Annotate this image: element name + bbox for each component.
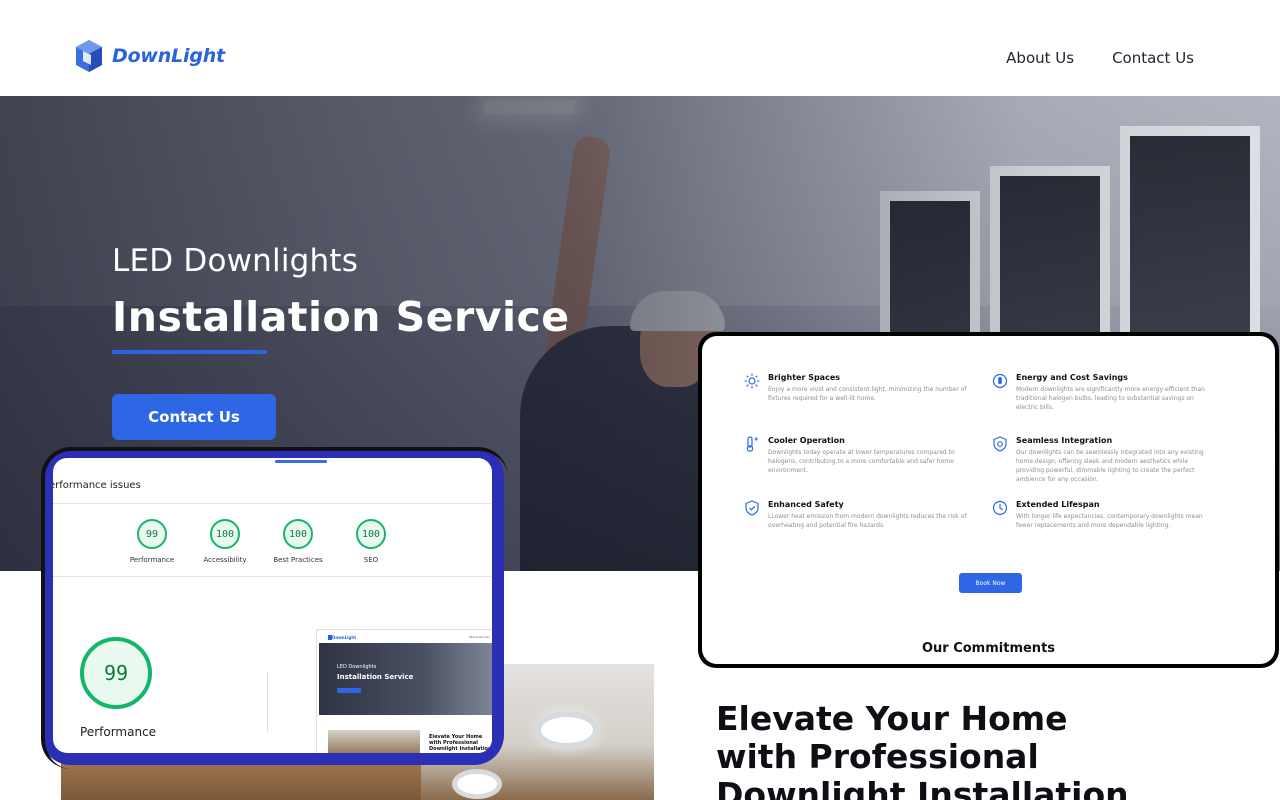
- section-heading-line: Downlight Installation: [716, 775, 1129, 800]
- nav-contact-us[interactable]: Contact Us: [1112, 49, 1194, 67]
- feature-title: Cooler Operation: [768, 436, 845, 445]
- downlight-image: [457, 774, 497, 794]
- feature-description: Modern downlights are significantly more…: [1016, 386, 1205, 411]
- sun-icon: [744, 373, 760, 389]
- shield-icon: [993, 436, 1007, 452]
- feature-description: With longer life expectancies, contempor…: [1016, 513, 1203, 529]
- feature-title: Extended Lifespan: [1016, 500, 1100, 509]
- downlight-image: [541, 717, 593, 743]
- feature-description: Our downlights can be seamlessly integra…: [1016, 449, 1204, 483]
- score-gauge: 100: [210, 519, 240, 549]
- page: DownLight About Us Contact Us LED Downli…: [0, 0, 1280, 800]
- preview-hero-subtitle: LED Downlights: [337, 664, 377, 670]
- book-now-button[interactable]: Book Now: [959, 573, 1022, 593]
- feature-title: Enhanced Safety: [768, 500, 844, 509]
- score-gauge: 100: [283, 519, 313, 549]
- hero-title-underline: [112, 350, 267, 354]
- performance-issues-label: erformance issues: [53, 480, 141, 491]
- commitments-heading: Our Commitments: [921, 641, 1056, 656]
- preview-hero-button: [337, 688, 361, 693]
- cube-logo-icon: [76, 40, 102, 72]
- score-label: Best Practices: [273, 556, 323, 564]
- score-best-practices[interactable]: 100 Best Practices: [271, 519, 325, 564]
- score-performance[interactable]: 99 Performance: [125, 519, 179, 564]
- brand-name: DownLight: [112, 45, 225, 67]
- divider: [267, 672, 268, 732]
- score-accessibility[interactable]: 100 Accessibility: [198, 519, 252, 564]
- score-summary: 99 Performance 100 Accessibility 100 Bes…: [125, 519, 398, 564]
- score-seo[interactable]: 100 SEO: [344, 519, 398, 564]
- feature-description: Downlights today operate at lower temper…: [768, 449, 955, 474]
- score-label: Performance: [129, 556, 175, 564]
- clock-icon: [992, 500, 1008, 516]
- lighthouse-report: erformance issues 99 Performance 100 Acc…: [53, 458, 492, 753]
- main-nav: About Us Contact Us: [1006, 49, 1194, 67]
- features-card: Brighter Spaces Enjoy a more vivid and c…: [698, 332, 1279, 668]
- page-screenshot-preview: DownLight About Us Con LED Downlights In…: [316, 629, 492, 753]
- score-label: SEO: [363, 556, 379, 564]
- score-gauge: 99: [137, 519, 167, 549]
- site-header: DownLight About Us Contact Us: [0, 0, 1280, 96]
- feature-title: Brighter Spaces: [768, 373, 841, 382]
- main-performance-label: Performance: [80, 725, 157, 739]
- hero-contact-button[interactable]: Contact Us: [112, 394, 276, 440]
- section-heading: Elevate Your Home with Professional Down…: [716, 700, 1236, 800]
- feature-title: Seamless Integration: [1016, 436, 1113, 445]
- section-heading-line: Elevate Your Home: [716, 699, 1068, 738]
- hero-title: Installation Service: [112, 293, 570, 341]
- thermometer-icon: [746, 436, 758, 452]
- section-heading-line: with Professional: [716, 737, 1039, 776]
- feature-title: Energy and Cost Savings: [1016, 373, 1128, 382]
- preview-nav: About Us Con: [469, 635, 490, 639]
- score-label: Accessibility: [203, 556, 247, 564]
- active-tab-indicator: [275, 460, 327, 463]
- features-panel: Brighter Spaces Enjoy a more vivid and c…: [702, 336, 1275, 664]
- nav-about-us[interactable]: About Us: [1006, 49, 1074, 67]
- main-performance-gauge: 99: [80, 637, 152, 709]
- preview-brand: DownLight: [332, 635, 357, 640]
- preview-heading: Elevate Your Home with Professional Down…: [429, 734, 492, 752]
- feature-description: LLower heat emission from modern downlig…: [768, 513, 967, 529]
- score-gauge: 100: [356, 519, 386, 549]
- brand-logo[interactable]: DownLight: [74, 38, 225, 74]
- preview-photo: [328, 730, 420, 753]
- energy-icon: [992, 373, 1008, 389]
- lighthouse-report-card: erformance issues 99 Performance 100 Acc…: [41, 447, 508, 769]
- preview-hero-title: Installation Service: [337, 673, 414, 681]
- feature-description: Enjoy a more vivid and consistent light,…: [768, 386, 967, 402]
- divider: [53, 576, 492, 577]
- safety-shield-icon: [745, 500, 759, 516]
- hero-subtitle: LED Downlights: [112, 243, 359, 279]
- divider: [53, 503, 492, 504]
